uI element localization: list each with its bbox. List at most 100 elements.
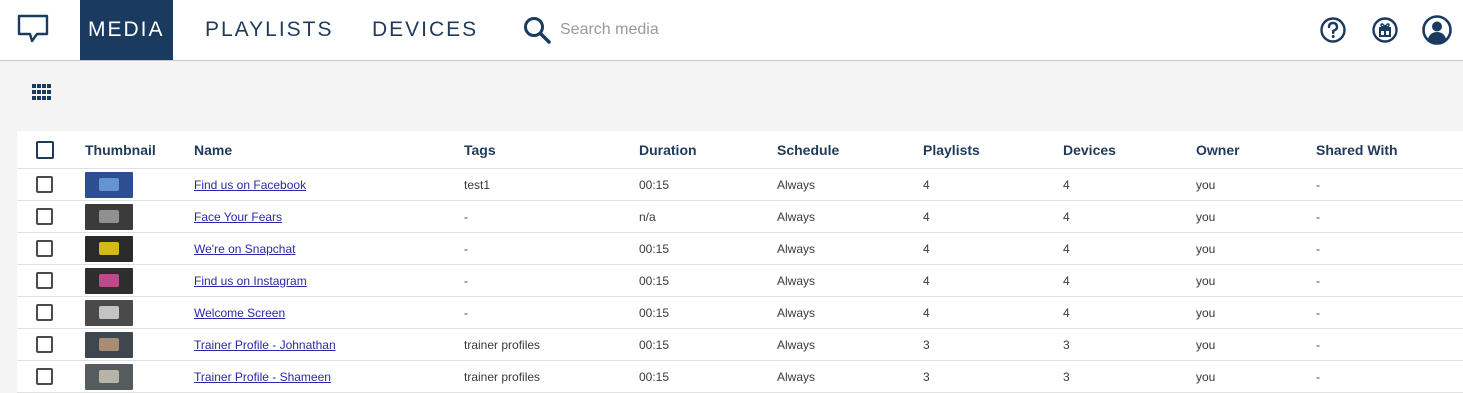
media-devices-count-cell: 3: [1063, 329, 1070, 360]
table-row[interactable]: Find us on Facebook test1 00:15 Always 4 4 you…: [17, 169, 1463, 201]
table-row[interactable]: Find us on Instagram - 00:15 Always 4 4 you -: [17, 265, 1463, 297]
thumbnail-accent: [99, 242, 119, 255]
column-header-name[interactable]: Name: [194, 131, 232, 168]
table-row[interactable]: We're on Snapchat - 00:15 Always 4 4 you -: [17, 233, 1463, 265]
media-name-link-cell: Welcome Screen: [194, 297, 285, 328]
thumbnail-cell: [85, 265, 133, 296]
media-devices-count: 4: [1063, 273, 1070, 288]
media-duration: 00:15: [639, 369, 670, 384]
media-name-link[interactable]: Welcome Screen: [194, 306, 285, 320]
media-name-link[interactable]: Face Your Fears: [194, 210, 282, 224]
media-tags-cell: -: [464, 265, 468, 296]
table-row[interactable]: Trainer Profile - Shameen trainer profile…: [17, 361, 1463, 393]
media-shared-with: -: [1316, 209, 1320, 224]
row-checkbox[interactable]: [36, 272, 53, 289]
media-owner: you: [1196, 177, 1216, 192]
media-name-link[interactable]: We're on Snapchat: [194, 242, 295, 256]
media-tags: test1: [464, 177, 491, 192]
media-thumbnail[interactable]: [85, 363, 133, 390]
column-header-tags[interactable]: Tags: [464, 131, 496, 168]
row-checkbox[interactable]: [36, 240, 53, 257]
column-header-thumbnail[interactable]: Thumbnail: [85, 131, 156, 168]
media-thumbnail[interactable]: [85, 235, 133, 262]
tab-media[interactable]: MEDIA: [80, 0, 173, 60]
gift-icon[interactable]: [1370, 15, 1400, 45]
media-name-link[interactable]: Find us on Instagram: [194, 274, 307, 288]
media-duration-cell: 00:15: [639, 361, 669, 392]
thumbnail-cell: [85, 297, 133, 328]
search-input[interactable]: [560, 17, 860, 43]
media-devices-count: 4: [1063, 305, 1070, 320]
media-owner-cell: you: [1196, 233, 1215, 264]
search-icon[interactable]: [522, 15, 552, 45]
media-owner-cell: you: [1196, 329, 1215, 360]
media-duration: n/a: [639, 209, 656, 224]
media-owner: you: [1196, 209, 1216, 224]
media-duration: 00:15: [639, 241, 670, 256]
media-devices-count: 4: [1063, 209, 1070, 224]
tab-devices[interactable]: DEVICES: [364, 0, 486, 60]
media-thumbnail[interactable]: [85, 299, 133, 326]
media-playlists-count-cell: 4: [923, 169, 930, 200]
media-playlists-count: 3: [923, 369, 930, 384]
row-checkbox[interactable]: [36, 176, 53, 193]
table-row[interactable]: Trainer Profile - Johnathan trainer profi…: [17, 329, 1463, 361]
table-row[interactable]: Face Your Fears - n/a Always 4 4 you -: [17, 201, 1463, 233]
table-row[interactable]: Welcome Screen - 00:15 Always 4 4 you -: [17, 297, 1463, 329]
thumbnail-accent: [99, 178, 119, 191]
media-name-link[interactable]: Trainer Profile - Johnathan: [194, 338, 336, 352]
media-playlists-count: 4: [923, 241, 930, 256]
media-thumbnail[interactable]: [85, 203, 133, 230]
media-shared-with: -: [1316, 305, 1320, 320]
media-shared-with-cell: -: [1316, 169, 1320, 200]
row-checkbox[interactable]: [36, 368, 53, 385]
row-checkbox[interactable]: [36, 208, 53, 225]
media-owner-cell: you: [1196, 297, 1215, 328]
media-schedule: Always: [777, 241, 816, 256]
media-table: Thumbnail Name Tags Duration Schedule Pl…: [17, 131, 1463, 393]
row-checkbox[interactable]: [36, 304, 53, 321]
media-duration-cell: n/a: [639, 201, 656, 232]
media-playlists-count: 4: [923, 209, 930, 224]
media-shared-with-cell: -: [1316, 201, 1320, 232]
chat-bubble-icon[interactable]: [17, 14, 49, 44]
media-duration: 00:15: [639, 305, 670, 320]
media-owner-cell: you: [1196, 201, 1215, 232]
column-header-duration[interactable]: Duration: [639, 131, 697, 168]
row-checkbox[interactable]: [36, 336, 53, 353]
select-all-checkbox[interactable]: [36, 140, 54, 159]
account-icon[interactable]: [1421, 14, 1453, 46]
media-schedule-cell: Always: [777, 265, 815, 296]
thumbnail-cell: [85, 201, 133, 232]
media-shared-with: -: [1316, 369, 1320, 384]
media-thumbnail[interactable]: [85, 267, 133, 294]
media-shared-with-cell: -: [1316, 297, 1320, 328]
column-header-schedule[interactable]: Schedule: [777, 131, 839, 168]
media-schedule-cell: Always: [777, 233, 815, 264]
media-name-link[interactable]: Trainer Profile - Shameen: [194, 370, 331, 384]
grid-view-icon[interactable]: [32, 84, 52, 100]
column-header-owner[interactable]: Owner: [1196, 131, 1240, 168]
media-thumbnail[interactable]: [85, 331, 133, 358]
media-schedule-cell: Always: [777, 169, 815, 200]
media-devices-count-cell: 4: [1063, 169, 1070, 200]
media-shared-with: -: [1316, 241, 1320, 256]
column-header-playlists[interactable]: Playlists: [923, 131, 980, 168]
media-shared-with-cell: -: [1316, 265, 1320, 296]
media-duration: 00:15: [639, 177, 670, 192]
thumbnail-accent: [99, 306, 119, 319]
row-select-cell: [36, 201, 53, 232]
media-playlists-count-cell: 3: [923, 329, 930, 360]
column-header-devices[interactable]: Devices: [1063, 131, 1116, 168]
media-devices-count: 3: [1063, 369, 1070, 384]
help-icon[interactable]: [1318, 15, 1348, 45]
media-name-link[interactable]: Find us on Facebook: [194, 178, 306, 192]
media-name-link-cell: We're on Snapchat: [194, 233, 295, 264]
media-devices-count-cell: 3: [1063, 361, 1070, 392]
thumbnail-cell: [85, 329, 133, 360]
media-shared-with-cell: -: [1316, 329, 1320, 360]
tab-playlists[interactable]: PLAYLISTS: [197, 0, 342, 60]
media-devices-count-cell: 4: [1063, 297, 1070, 328]
column-header-shared-with[interactable]: Shared With: [1316, 131, 1398, 168]
media-thumbnail[interactable]: [85, 171, 133, 198]
